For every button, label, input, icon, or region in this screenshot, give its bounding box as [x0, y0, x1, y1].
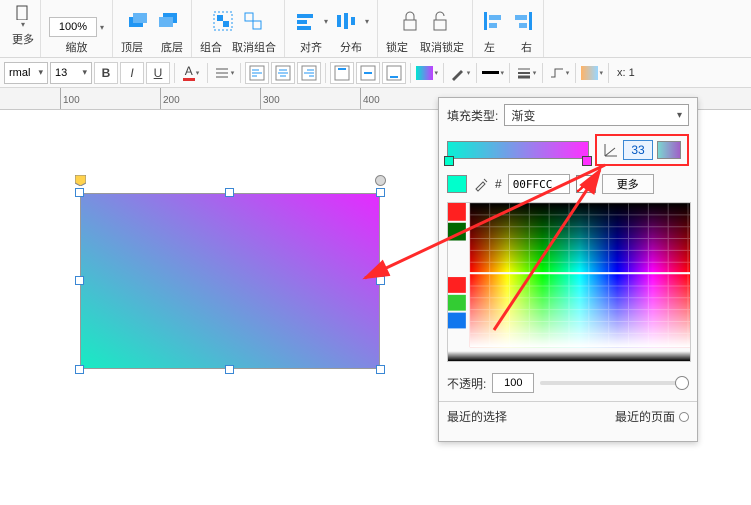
gradient-button[interactable]: [580, 62, 604, 84]
gradient-stop-left[interactable]: [444, 156, 454, 166]
align-icon[interactable]: [293, 9, 317, 33]
x-coord-label: x: 1: [617, 67, 635, 79]
main-toolbar: ▾ 更多 ▾ 缩放 顶层 底层 组合 取消组合: [0, 0, 751, 58]
fill-popover: 填充类型: 渐变 # 更多: [438, 97, 698, 442]
opacity-slider[interactable]: [540, 381, 689, 385]
resize-handle-n[interactable]: [225, 188, 234, 197]
zoom-label: 缩放: [66, 39, 88, 55]
pencil-icon: [450, 65, 466, 81]
group-icon[interactable]: [211, 9, 235, 33]
v-align-middle-button[interactable]: [356, 62, 380, 84]
opacity-label: 不透明:: [447, 375, 486, 392]
current-color-swatch[interactable]: [447, 175, 467, 193]
recent-page-dot[interactable]: [679, 412, 689, 422]
distribute-icon[interactable]: [334, 9, 358, 33]
resize-handle-ne[interactable]: [376, 188, 385, 197]
bold-button[interactable]: B: [94, 62, 118, 84]
resize-handle-sw[interactable]: [75, 365, 84, 374]
recent-selection-label: 最近的选择: [447, 408, 507, 425]
resize-handle-s[interactable]: [225, 365, 234, 374]
rotate-handle[interactable]: [375, 175, 386, 186]
hex-input[interactable]: [508, 174, 570, 194]
gradient-bar[interactable]: [447, 141, 589, 159]
zoom-input[interactable]: [49, 17, 97, 37]
line-width-button[interactable]: [514, 62, 538, 84]
resize-handle-w[interactable]: [75, 276, 84, 285]
color-palette[interactable]: [447, 202, 691, 362]
h-align-center-button[interactable]: [271, 62, 295, 84]
send-back-icon[interactable]: [155, 9, 179, 33]
cursor-icon: [15, 4, 31, 20]
line-style-button[interactable]: [481, 62, 505, 84]
z-order-group: 顶层 底层: [113, 0, 192, 57]
opacity-input[interactable]: [492, 373, 534, 393]
v-align-top-button[interactable]: [330, 62, 354, 84]
connector-button[interactable]: [547, 62, 571, 84]
resize-handle-e[interactable]: [376, 276, 385, 285]
gradient-stop-right[interactable]: [582, 156, 592, 166]
format-toolbar: rmal 13 B I U A x: 1: [0, 58, 751, 88]
gradient-rectangle[interactable]: [80, 193, 380, 369]
h-align-left-button[interactable]: [245, 62, 269, 84]
fill-color-button[interactable]: [415, 62, 439, 84]
tag-icon: [75, 175, 86, 186]
list-button[interactable]: [212, 62, 236, 84]
align-left-icon[interactable]: [481, 9, 505, 33]
bring-front-icon[interactable]: [125, 9, 149, 33]
angle-input[interactable]: [623, 140, 653, 160]
fill-type-select[interactable]: 渐变: [504, 104, 689, 126]
no-fill-swatch[interactable]: [576, 175, 596, 193]
underline-button[interactable]: U: [146, 62, 170, 84]
resize-handle-nw[interactable]: [75, 188, 84, 197]
fill-type-label: 填充类型:: [447, 107, 498, 124]
align-right-icon[interactable]: [511, 9, 535, 33]
italic-button[interactable]: I: [120, 62, 144, 84]
eyedropper-icon[interactable]: [473, 176, 489, 192]
angle-icon: [603, 142, 619, 158]
font-size-select[interactable]: 13: [50, 62, 92, 84]
angle-swatch[interactable]: [657, 141, 681, 159]
selected-shape[interactable]: [80, 193, 380, 369]
recent-page-label: 最近的页面: [615, 408, 675, 425]
font-color-button[interactable]: A: [179, 62, 203, 84]
more-colors-button[interactable]: 更多: [602, 174, 654, 194]
angle-highlight-box: [595, 134, 689, 166]
more-dropdown[interactable]: ▾ 更多: [6, 0, 41, 57]
style-select[interactable]: rmal: [4, 62, 48, 84]
more-label: 更多: [12, 31, 34, 47]
v-align-bottom-button[interactable]: [382, 62, 406, 84]
resize-handle-se[interactable]: [376, 365, 385, 374]
chevron-down-icon[interactable]: ▾: [100, 23, 104, 32]
ungroup-icon[interactable]: [241, 9, 265, 33]
line-color-button[interactable]: [448, 62, 472, 84]
lock-icon[interactable]: [398, 9, 422, 33]
unlock-icon[interactable]: [428, 9, 452, 33]
h-align-right-button[interactable]: [297, 62, 321, 84]
